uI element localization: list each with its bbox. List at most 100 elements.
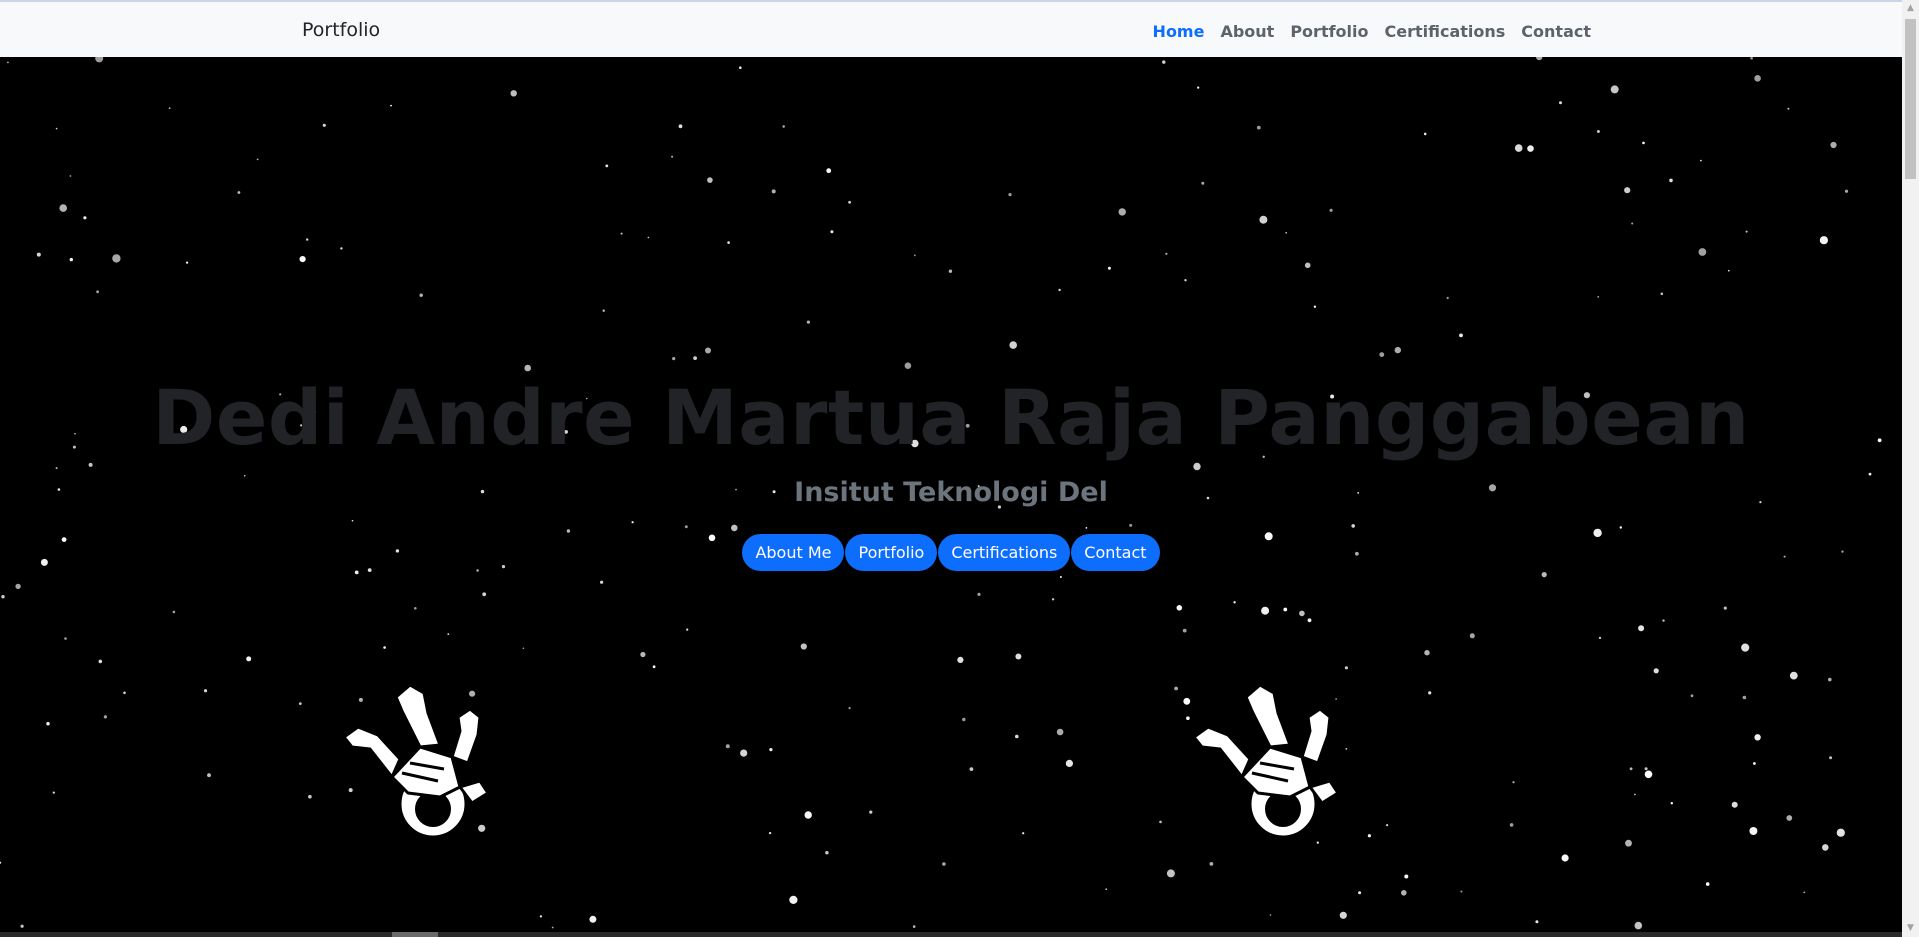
scroll-up-arrow-icon[interactable]: ▲ [1902,0,1919,17]
star [1446,296,1449,300]
star [769,748,773,752]
star [1754,75,1761,82]
star [1541,572,1547,578]
astronaut-icon [1192,683,1340,839]
star [1662,619,1665,622]
star [605,164,609,168]
star [1401,890,1407,896]
star [1745,230,1748,233]
nav-link-about[interactable]: About [1220,22,1274,41]
star [912,925,916,928]
star [1184,279,1187,282]
star [7,61,9,64]
star [1749,827,1758,835]
star [1642,141,1645,145]
nav-link-certifications[interactable]: Certifications [1385,22,1506,41]
star [1299,610,1305,617]
star [59,204,67,212]
star [672,357,676,361]
star [1423,132,1427,136]
about-me-button[interactable]: About Me [742,534,845,571]
star [1786,815,1793,821]
contact-button[interactable]: Contact [1071,534,1160,571]
star [551,926,554,929]
star [1051,598,1055,601]
star [1700,159,1702,162]
star [1514,144,1523,152]
portfolio-button[interactable]: Portfolio [845,534,938,571]
star [602,309,605,312]
navbar-brand[interactable]: Portfolio [302,19,380,41]
star [686,628,689,631]
star [640,651,646,658]
astronaut-icon [342,683,490,839]
star [957,656,964,664]
horizontal-scroll-thumb[interactable] [392,932,438,937]
star [447,633,450,635]
star [804,811,812,819]
star [1653,668,1659,674]
star [168,107,171,110]
star [869,810,873,814]
star [1754,734,1761,741]
star [103,715,107,719]
star [1509,823,1514,827]
star [1598,636,1602,640]
star [1201,181,1205,185]
star [1789,671,1798,680]
star [1644,770,1653,779]
star [1742,695,1747,700]
hero-subtitle: Insitut Teknologi Del [794,477,1108,508]
nav-link-contact[interactable]: Contact [1521,22,1591,41]
star [1304,262,1311,269]
star [1819,236,1828,245]
star [15,583,21,590]
star [969,767,974,771]
star [123,691,126,695]
star [1193,462,1201,471]
star [705,347,711,354]
star [237,191,241,194]
star [913,254,916,257]
star [1868,472,1872,476]
star [693,356,697,360]
star [1512,781,1515,784]
hero-title: Dedi Andre Martua Raja Panggabean [152,373,1750,462]
star [1386,824,1389,827]
star [172,610,176,614]
star [1459,333,1463,338]
star [1424,650,1430,656]
star [1009,341,1017,349]
star [308,794,312,799]
star [1803,891,1806,894]
star [1085,527,1088,529]
star [1174,686,1178,691]
scroll-down-arrow-icon[interactable]: ▼ [1902,920,1919,937]
star [1669,178,1673,183]
star [1596,130,1600,133]
nav-link-home[interactable]: Home [1153,22,1205,41]
star [522,647,525,650]
scroll-thumb[interactable] [1905,19,1916,179]
star [1394,346,1402,354]
star [1107,266,1111,270]
star [848,200,851,204]
star [1644,767,1648,771]
star [482,592,487,597]
star [600,580,604,584]
nav-link-portfolio[interactable]: Portfolio [1290,22,1368,41]
star [1015,734,1019,739]
certifications-button[interactable]: Certifications [938,534,1071,571]
star [1625,839,1632,847]
star [948,269,953,273]
star [64,637,67,640]
horizontal-scrollbar[interactable] [0,932,1902,937]
star [1065,759,1073,768]
star [186,261,189,264]
star [36,252,41,257]
vertical-scrollbar[interactable]: ▲ ▼ [1902,0,1919,937]
star [1629,767,1633,771]
star [1610,85,1619,94]
star [1256,125,1261,130]
star [96,290,99,294]
